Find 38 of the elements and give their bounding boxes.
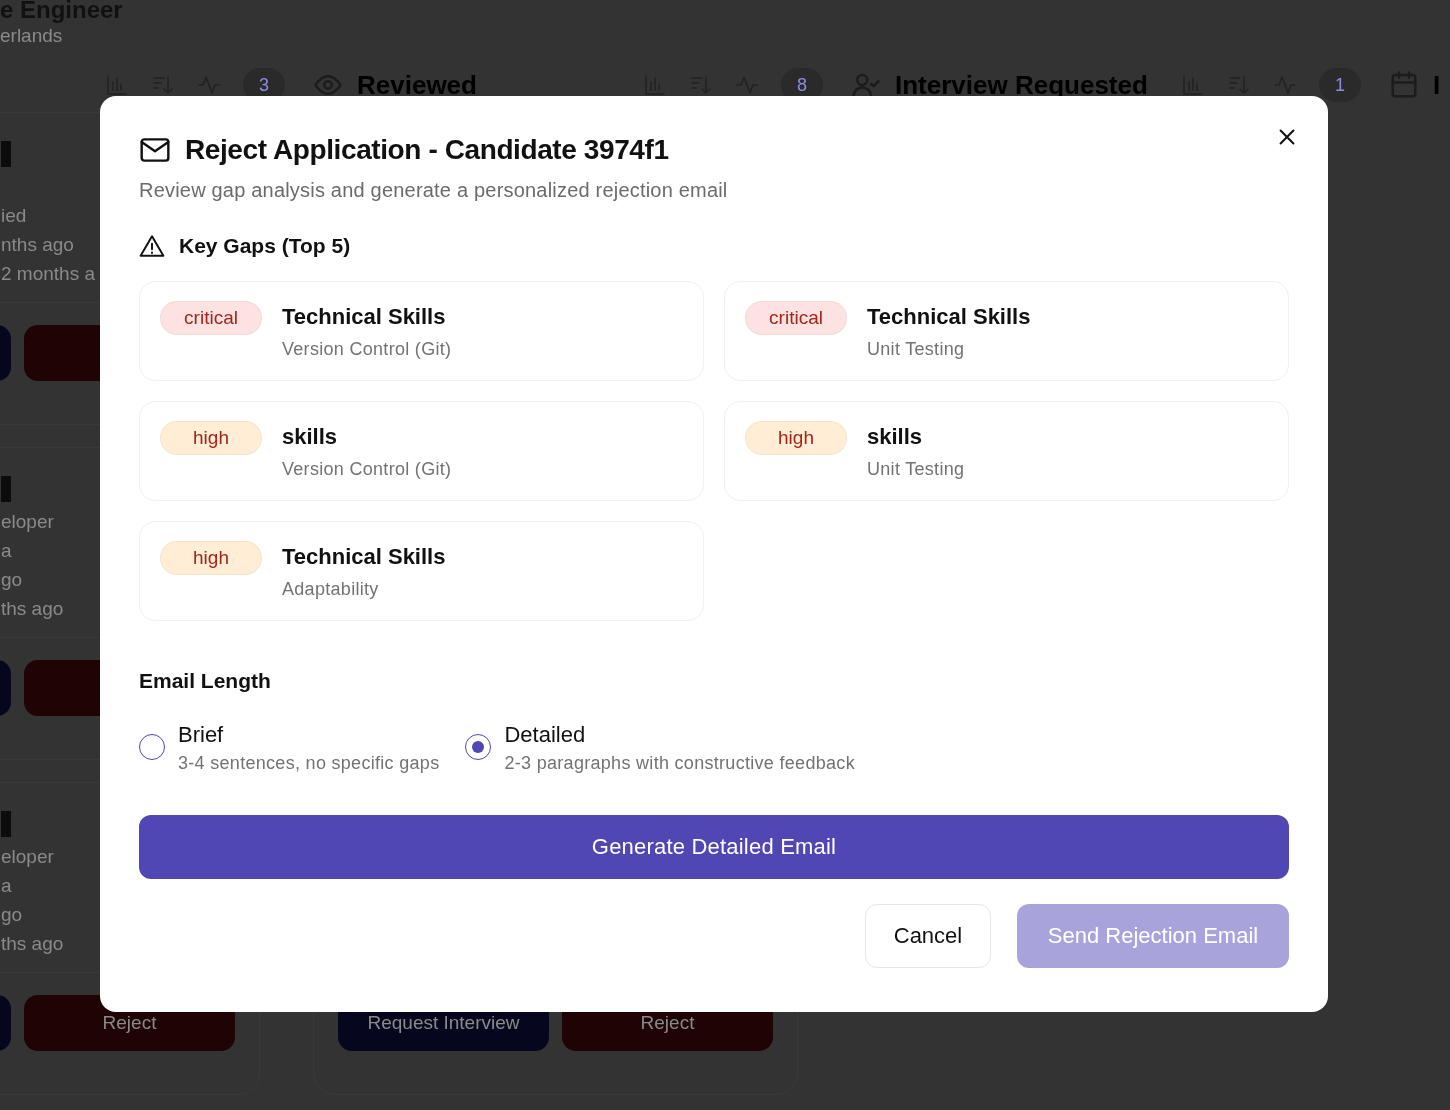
option-description: 2-3 paragraphs with constructive feedback	[504, 752, 855, 775]
dialog-title: Reject Application - Candidate 3974f1	[185, 133, 669, 167]
generate-email-button[interactable]: Generate Detailed Email	[139, 815, 1289, 879]
card-text: nths ago	[1, 233, 74, 257]
card-text: eloper	[1, 510, 54, 534]
severity-badge: high	[745, 421, 847, 455]
gap-category: Technical Skills	[867, 303, 1031, 331]
section-heading: Key Gaps (Top 5)	[179, 233, 351, 259]
gap-skill: Unit Testing	[867, 338, 966, 361]
option-label: Detailed	[504, 721, 587, 749]
severity-badge: high	[160, 421, 262, 455]
card-text: a	[1, 539, 12, 563]
count-badge: 1	[1319, 68, 1361, 102]
severity-badge: critical	[745, 301, 847, 335]
card-text: a	[1, 874, 12, 898]
card-text: go	[1, 903, 23, 927]
gap-category: skills	[282, 423, 339, 451]
gap-skill: Version Control (Git)	[282, 458, 452, 481]
card-text: ied	[1, 204, 27, 228]
dialog-subtitle: Review gap analysis and generate a personalized rejection email	[139, 178, 729, 203]
cancel-button[interactable]: Cancel	[865, 904, 991, 968]
gap-skill: Unit Testing	[867, 458, 965, 481]
gap-category: skills	[867, 423, 924, 451]
gap-category: Technical Skills	[282, 543, 446, 571]
card-text: ths ago	[1, 597, 64, 621]
card-text: eloper	[1, 845, 54, 869]
card-text: ths ago	[1, 932, 64, 956]
severity-badge: critical	[160, 301, 262, 335]
gap-skill: Adaptability	[282, 578, 380, 601]
card-text: 2 months a	[1, 262, 95, 286]
gap-category: Technical Skills	[282, 303, 447, 331]
severity-badge: high	[160, 541, 262, 575]
job-location: erlands	[0, 24, 63, 48]
option-label: Brief	[178, 721, 225, 749]
option-description: 3-4 sentences, no specific gaps	[178, 752, 440, 775]
section-heading: Email Length	[139, 668, 272, 694]
gap-skill: Version Control (Git)	[282, 338, 452, 361]
card-text: go	[1, 568, 23, 592]
